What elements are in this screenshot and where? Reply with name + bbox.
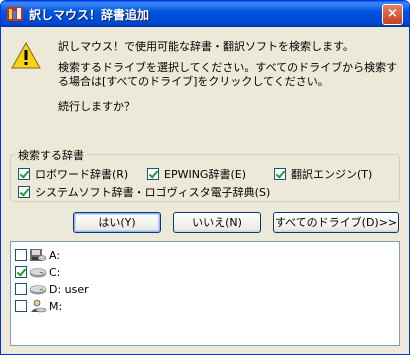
drive-item[interactable]: C: xyxy=(15,264,60,280)
drive-item[interactable]: M: xyxy=(15,298,62,314)
epwing-checkbox[interactable] xyxy=(147,168,159,180)
message-line-3: る場合は[すべてのドライブ]をクリックしてください。 xyxy=(58,75,329,88)
drive-list[interactable]: A: C: D: user M: xyxy=(10,241,400,346)
hard-drive-icon xyxy=(29,268,47,278)
drive-a-label: A: xyxy=(49,248,61,262)
systemsoft-logovista-label: システムソフト辞書・ロゴヴィスタ電子辞典(S) xyxy=(35,186,271,199)
systemsoft-logovista-checkbox[interactable] xyxy=(18,186,30,198)
close-button[interactable]: × xyxy=(382,4,403,25)
drive-c-label: C: xyxy=(49,265,61,279)
all-drives-button[interactable]: すべてのドライブ(D)>> xyxy=(273,212,399,233)
title-bar[interactable]: 訳しマウス！辞書追加 × xyxy=(1,1,409,27)
yes-button[interactable]: はい(Y) xyxy=(73,212,161,233)
translation-engine-checkbox[interactable] xyxy=(274,168,286,180)
message-line-4: 続行しますか？ xyxy=(58,100,135,113)
option-systemsoft-logovista[interactable]: システムソフト辞書・ロゴヴィスタ電子辞典(S) xyxy=(18,184,270,200)
warning-icon xyxy=(11,41,41,69)
network-drive-icon xyxy=(31,299,47,313)
window-title: 訳しマウス！辞書追加 xyxy=(29,8,150,22)
translation-engine-label: 翻訳エンジン(T) xyxy=(291,168,373,181)
floppy-drive-icon xyxy=(30,249,47,261)
drive-item[interactable]: D: user xyxy=(15,281,89,297)
message-line-1: 訳しマウス！で使用可能な辞書・翻訳ソフトを検索します。 xyxy=(58,40,354,53)
roboword-label: ロボワード辞書(R) xyxy=(35,168,129,181)
drive-a-checkbox[interactable] xyxy=(15,249,27,261)
dialog-window: 訳しマウス！辞書追加 × 訳しマウス！で使用可能な辞書・翻訳ソフトを検索します。… xyxy=(0,0,410,355)
hard-drive-icon xyxy=(29,285,47,295)
option-roboword[interactable]: ロボワード辞書(R) xyxy=(18,166,128,182)
drive-d-label: D: user xyxy=(49,282,89,296)
no-button[interactable]: いいえ(N) xyxy=(173,212,261,233)
epwing-label: EPWING辞書(E) xyxy=(164,168,246,181)
option-epwing[interactable]: EPWING辞書(E) xyxy=(147,166,246,182)
drive-c-checkbox[interactable] xyxy=(15,266,27,278)
drive-m-checkbox[interactable] xyxy=(15,300,27,312)
drive-item[interactable]: A: xyxy=(15,247,60,263)
option-translation-engine[interactable]: 翻訳エンジン(T) xyxy=(274,166,372,182)
search-group-label: 検索する辞書 xyxy=(15,147,87,163)
drive-d-checkbox[interactable] xyxy=(15,283,27,295)
app-icon xyxy=(7,7,23,21)
drive-m-label: M: xyxy=(49,299,63,313)
roboword-checkbox[interactable] xyxy=(18,168,30,180)
